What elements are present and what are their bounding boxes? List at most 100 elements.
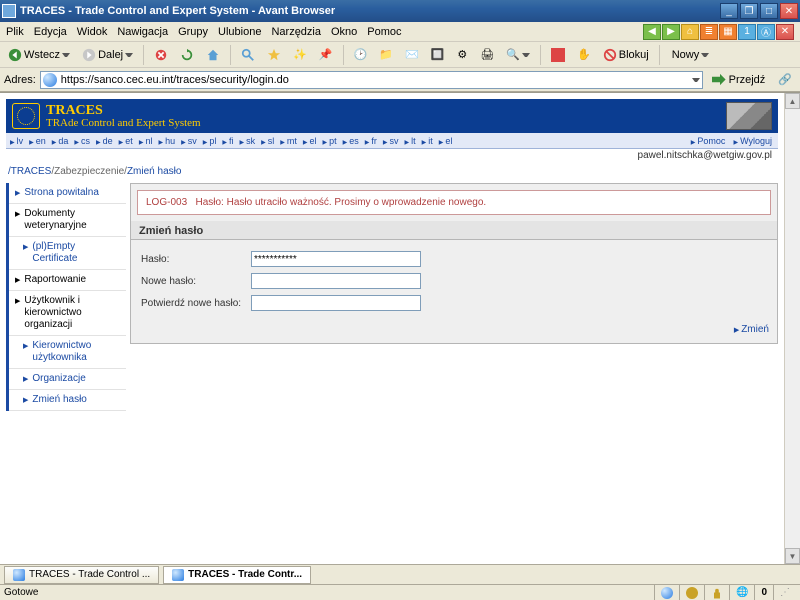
new-label: Nowy: [672, 49, 700, 61]
home-button[interactable]: [202, 45, 224, 65]
sidebar-item-orgs[interactable]: Organizacje: [9, 369, 126, 390]
tile-grid-button[interactable]: ▦: [719, 24, 737, 40]
sidebar-item-vetdocs[interactable]: Dokumenty weterynaryjne: [9, 204, 126, 237]
address-input[interactable]: [61, 74, 690, 86]
menu-help[interactable]: Pomoc: [367, 26, 401, 38]
pin-icon: 📌: [319, 48, 333, 61]
lang-link[interactable]: nl: [139, 136, 153, 146]
error-message: LOG-003 Hasło: Hasło utraciło ważność. P…: [137, 190, 771, 215]
breadcrumb-leaf[interactable]: Zmień hasło: [127, 166, 181, 177]
status-resize-grip[interactable]: ⋰: [773, 585, 796, 600]
lang-link[interactable]: pt: [323, 136, 337, 146]
search-button[interactable]: [237, 45, 259, 65]
lang-link[interactable]: da: [52, 136, 69, 146]
favorites-button[interactable]: [263, 45, 285, 65]
app-button[interactable]: [547, 45, 569, 65]
refresh-button[interactable]: [176, 45, 198, 65]
pin-button[interactable]: 📌: [315, 45, 337, 65]
sidebar-item-welcome[interactable]: Strona powitalna: [9, 183, 126, 204]
forward-button[interactable]: Dalej: [78, 45, 137, 65]
close-button[interactable]: ✕: [780, 3, 798, 19]
menu-file[interactable]: Plik: [6, 26, 24, 38]
breadcrumb-root[interactable]: /TRACES: [8, 166, 51, 177]
lang-link[interactable]: hu: [158, 136, 175, 146]
new-password-input[interactable]: [251, 273, 421, 289]
view-button[interactable]: 🔲: [427, 45, 449, 65]
scrollbar[interactable]: ▲ ▼: [784, 93, 800, 564]
tile-window-button[interactable]: 1: [738, 24, 756, 40]
window-buttons: _ ❐ □ ✕: [720, 3, 798, 19]
lang-link[interactable]: de: [96, 136, 113, 146]
menu-window[interactable]: Okno: [331, 26, 357, 38]
lang-link[interactable]: mt: [280, 136, 297, 146]
folder-button[interactable]: 📁: [375, 45, 397, 65]
tile-list-button[interactable]: ≣: [700, 24, 718, 40]
task-tab[interactable]: TRACES - Trade Control ...: [4, 566, 159, 584]
sidebar-item-change-pw[interactable]: Zmień hasło: [9, 390, 126, 411]
error-text: Hasło: Hasło utraciło ważność. Prosimy o…: [195, 197, 486, 208]
confirm-password-label: Potwierdź nowe hasło:: [137, 292, 247, 314]
zoom-button[interactable]: 🔍: [502, 45, 534, 65]
lang-link[interactable]: lv: [10, 136, 23, 146]
lang-link[interactable]: es: [343, 136, 359, 146]
stop-button[interactable]: [150, 45, 172, 65]
chevron-down-icon[interactable]: [692, 78, 700, 82]
maximize-button[interactable]: □: [760, 3, 778, 19]
lang-link[interactable]: pl: [203, 136, 217, 146]
submit-button[interactable]: Zmień: [734, 324, 769, 335]
mail-button[interactable]: ✉️: [401, 45, 423, 65]
scroll-up-button[interactable]: ▲: [785, 93, 800, 109]
lang-link[interactable]: et: [119, 136, 133, 146]
divider: [540, 45, 541, 65]
go-button[interactable]: Przejdź: [707, 71, 771, 89]
menu-tools[interactable]: Narzędzia: [271, 26, 321, 38]
menu-favorites[interactable]: Ulubione: [218, 26, 261, 38]
tile-app-button[interactable]: Ⓐ: [757, 24, 775, 40]
sidebar-item-reporting[interactable]: Raportowanie: [9, 270, 126, 291]
address-box[interactable]: [40, 71, 703, 89]
bullet-icon: [15, 208, 20, 220]
logout-link[interactable]: Wyloguj: [733, 136, 772, 146]
lang-link[interactable]: fi: [222, 136, 233, 146]
tile-fwd-button[interactable]: ▶: [662, 24, 680, 40]
back-button[interactable]: Wstecz: [4, 45, 74, 65]
sidebar-item-label: Użytkownik i kierownictwo organizacji: [24, 295, 120, 331]
history-button[interactable]: 🕑: [350, 45, 372, 65]
tile-home-button[interactable]: ⌂: [681, 24, 699, 40]
links-button[interactable]: 🔗: [774, 70, 796, 90]
lang-link[interactable]: cs: [74, 136, 90, 146]
sidebar-item-label: Zmień hasło: [32, 394, 86, 406]
lang-link[interactable]: en: [29, 136, 46, 146]
lang-link[interactable]: sk: [239, 136, 255, 146]
help-link[interactable]: Pomoc: [691, 136, 726, 146]
hand-button[interactable]: ✋: [573, 45, 595, 65]
scroll-down-button[interactable]: ▼: [785, 548, 800, 564]
lang-link[interactable]: it: [422, 136, 433, 146]
tile-close-button[interactable]: ✕: [776, 24, 794, 40]
print-button[interactable]: 🖨: [476, 45, 498, 65]
sidebar-item-usermgmt-sub[interactable]: Kierownictwo użytkownika: [9, 336, 126, 369]
password-input[interactable]: [251, 251, 421, 267]
lang-link[interactable]: sv: [383, 136, 399, 146]
minimize-button[interactable]: _: [720, 3, 738, 19]
lang-link[interactable]: fr: [365, 136, 377, 146]
restore-button[interactable]: ❐: [740, 3, 758, 19]
menu-edit[interactable]: Edycja: [34, 26, 67, 38]
new-button[interactable]: Nowy: [666, 45, 714, 65]
lang-link[interactable]: el: [439, 136, 453, 146]
lang-link[interactable]: sv: [181, 136, 197, 146]
menu-nav[interactable]: Nawigacja: [117, 26, 168, 38]
sidebar-item-empty-cert[interactable]: (pl)Empty Certificate: [9, 237, 126, 270]
sidebar-item-usermgmt[interactable]: Użytkownik i kierownictwo organizacji: [9, 291, 126, 336]
task-tab-active[interactable]: TRACES - Trade Contr...: [163, 566, 311, 584]
lang-link[interactable]: lt: [405, 136, 416, 146]
confirm-password-input[interactable]: [251, 295, 421, 311]
menu-view[interactable]: Widok: [77, 26, 108, 38]
lang-link[interactable]: el: [303, 136, 317, 146]
lang-link[interactable]: sl: [261, 136, 274, 146]
block-button[interactable]: Blokuj: [599, 45, 653, 65]
tile-back-button[interactable]: ◀: [643, 24, 661, 40]
wand-button[interactable]: ✨: [289, 45, 311, 65]
menu-groups[interactable]: Grupy: [178, 26, 208, 38]
settings-button[interactable]: ⚙: [452, 45, 472, 65]
